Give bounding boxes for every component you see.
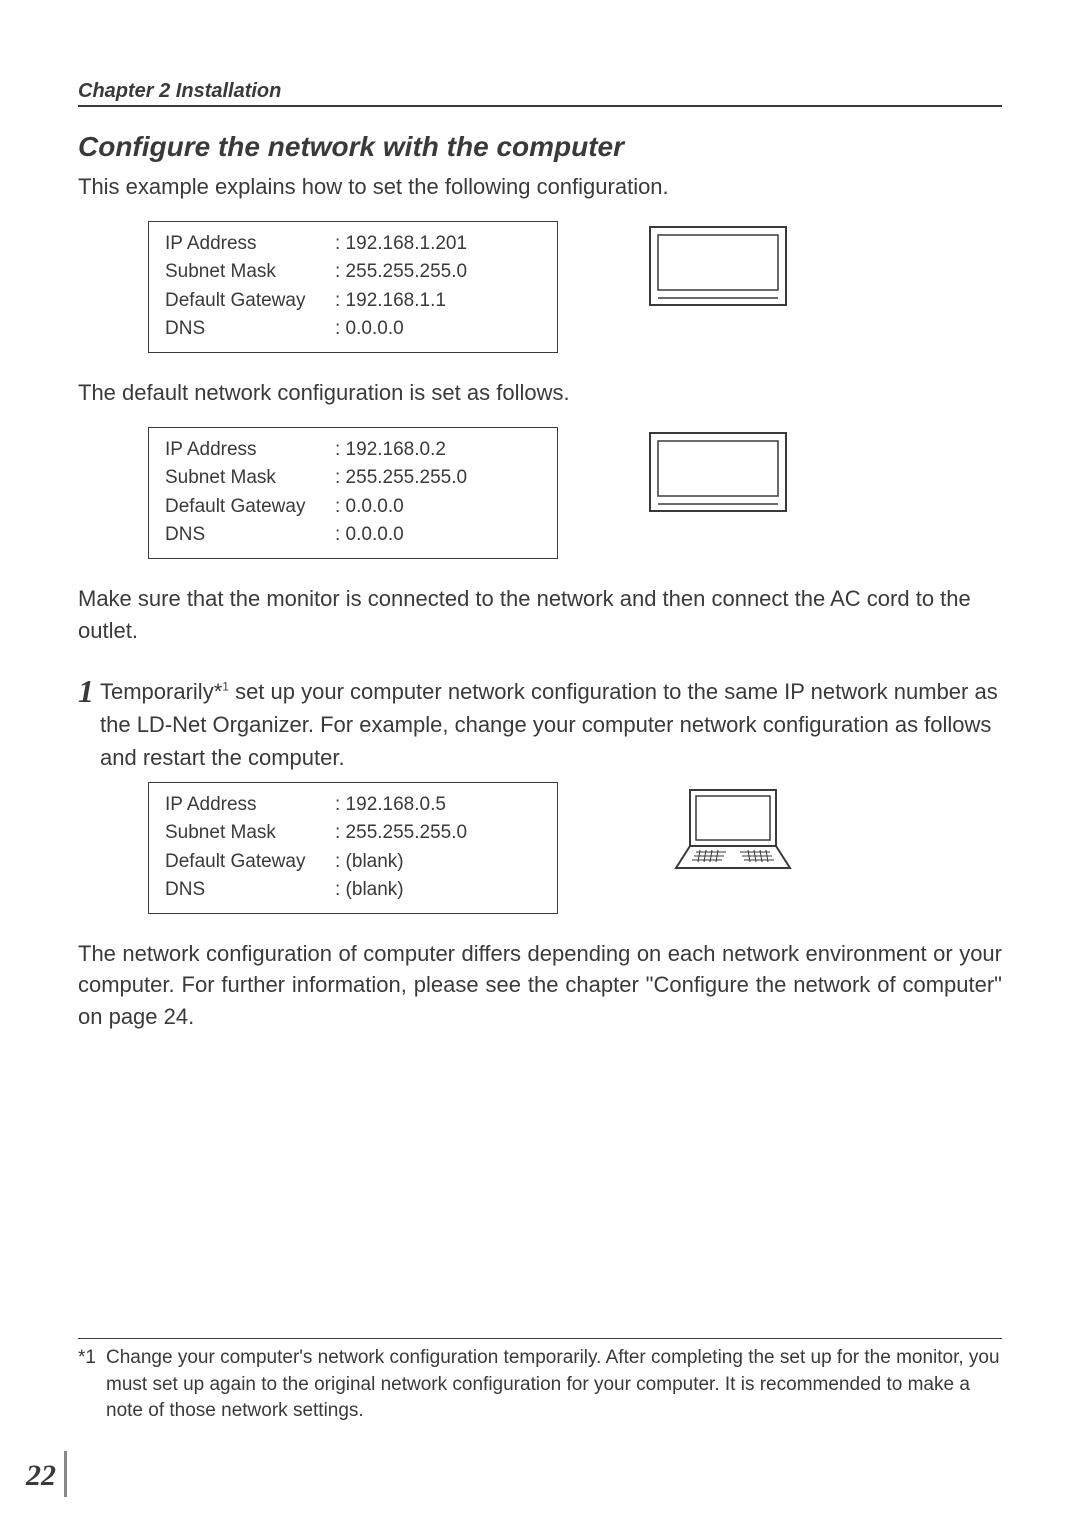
config-value: : 192.168.1.201 xyxy=(335,230,541,259)
intro-text: This example explains how to set the fol… xyxy=(78,171,1002,203)
config-label: Default Gateway xyxy=(165,287,335,316)
monitor-icon xyxy=(648,225,788,320)
default-config-text: The default network configuration is set… xyxy=(78,377,1002,409)
step-number: 1 xyxy=(78,675,94,707)
chapter-header: Chapter 2 Installation xyxy=(78,80,1002,107)
section-title: Configure the network with the computer xyxy=(78,131,1002,163)
step-text-post: set up your computer network configurati… xyxy=(100,679,998,770)
config-value: : (blank) xyxy=(335,876,541,905)
config-label: DNS xyxy=(165,876,335,905)
config-value: : 255.255.255.0 xyxy=(335,258,541,287)
step-text-pre: Temporarily* xyxy=(100,679,222,704)
page-number-bar xyxy=(64,1451,67,1497)
config-value: : (blank) xyxy=(335,848,541,877)
connect-text: Make sure that the monitor is connected … xyxy=(78,583,1002,647)
monitor-icon xyxy=(648,431,788,526)
config-value: : 192.168.1.1 xyxy=(335,287,541,316)
config-label: DNS xyxy=(165,521,335,550)
footnote-text: Change your computer's network configura… xyxy=(106,1345,1002,1425)
config-label: Default Gateway xyxy=(165,493,335,522)
config-value: : 192.168.0.2 xyxy=(335,436,541,465)
step-text: Temporarily*1 set up your computer netwo… xyxy=(100,675,1002,774)
config-label: IP Address xyxy=(165,230,335,259)
config-box-computer: IP Address: 192.168.0.5 Subnet Mask: 255… xyxy=(148,782,558,914)
config-label: IP Address xyxy=(165,791,335,820)
config-label: Subnet Mask xyxy=(165,258,335,287)
config-value: : 0.0.0.0 xyxy=(335,493,541,522)
config-value: : 0.0.0.0 xyxy=(335,521,541,550)
config-label: Subnet Mask xyxy=(165,819,335,848)
config-box-target: IP Address: 192.168.1.201 Subnet Mask: 2… xyxy=(148,221,558,353)
config-label: DNS xyxy=(165,315,335,344)
config-label: Default Gateway xyxy=(165,848,335,877)
config-value: : 0.0.0.0 xyxy=(335,315,541,344)
config-label: IP Address xyxy=(165,436,335,465)
footnote-superscript: 1 xyxy=(222,679,229,693)
config-value: : 255.255.255.0 xyxy=(335,819,541,848)
final-text: The network configuration of computer di… xyxy=(78,938,1002,1034)
config-box-default: IP Address: 192.168.0.2 Subnet Mask: 255… xyxy=(148,427,558,559)
footnote-mark: *1 xyxy=(78,1345,106,1425)
config-label: Subnet Mask xyxy=(165,464,335,493)
footnote: *1 Change your computer's network config… xyxy=(78,1338,1002,1425)
page-number: 22 xyxy=(26,1459,56,1493)
config-value: : 192.168.0.5 xyxy=(335,791,541,820)
laptop-icon xyxy=(668,786,798,881)
config-value: : 255.255.255.0 xyxy=(335,464,541,493)
